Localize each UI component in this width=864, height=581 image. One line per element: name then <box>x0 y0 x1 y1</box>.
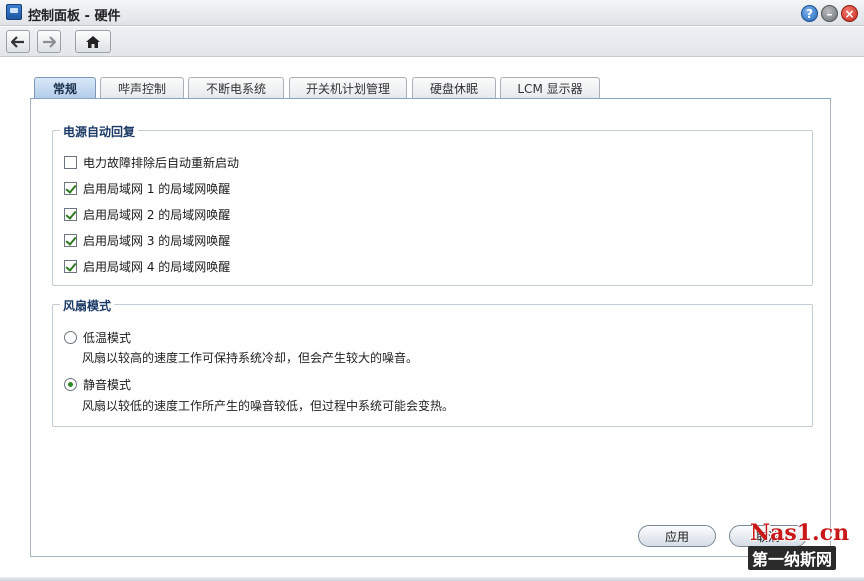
tab-lcm-display[interactable]: LCM 显示器 <box>500 77 600 98</box>
cool-mode-description: 风扇以较高的速度工作可保持系统冷却，但会产生较大的噪音。 <box>82 351 419 365</box>
window-bottom-border <box>0 577 864 581</box>
option-auto-restart[interactable]: 电力故障排除后自动重新启动 <box>64 154 239 171</box>
minimize-button[interactable]: – <box>821 5 838 22</box>
watermark-subtitle: 第一纳斯网 <box>748 546 837 570</box>
option-label: 启用局域网 4 的局域网唤醒 <box>83 260 231 274</box>
cool-mode-radio[interactable] <box>64 331 77 344</box>
option-label: 启用局域网 1 的局域网唤醒 <box>83 182 231 196</box>
tab-ups[interactable]: 不断电系统 <box>188 77 284 98</box>
tab-beep-control[interactable]: 哔声控制 <box>100 77 184 98</box>
wol-lan1-checkbox[interactable] <box>64 182 77 195</box>
option-wol-lan4[interactable]: 启用局域网 4 的局域网唤醒 <box>64 258 230 275</box>
toolbar <box>0 27 864 57</box>
mode-label: 低温模式 <box>83 331 132 345</box>
tab-hdd-hibernation[interactable]: 硬盘休眠 <box>412 77 496 98</box>
tab-power-schedule[interactable]: 开关机计划管理 <box>289 77 407 98</box>
arrow-right-icon <box>43 35 56 48</box>
arrow-left-icon <box>11 35 24 48</box>
option-wol-lan1[interactable]: 启用局域网 1 的局域网唤醒 <box>64 180 230 197</box>
power-recovery-group: 电源自动回复 电力故障排除后自动重新启动 启用局域网 1 的局域网唤醒 启用局域… <box>52 123 813 286</box>
close-button[interactable]: × <box>841 5 858 22</box>
site-watermark: Nas1.cn 第一纳斯网 <box>742 520 860 574</box>
option-cool-mode[interactable]: 低温模式 <box>64 329 131 346</box>
minimize-icon: – <box>826 7 833 21</box>
option-label: 电力故障排除后自动重新启动 <box>83 156 240 170</box>
home-icon <box>86 35 100 48</box>
watermark-logo-text: Nas1.cn <box>750 520 850 546</box>
wol-lan2-checkbox[interactable] <box>64 208 77 221</box>
auto-restart-checkbox[interactable] <box>64 156 77 169</box>
help-button[interactable]: ? <box>801 5 818 22</box>
fan-mode-title: 风扇模式 <box>60 297 115 314</box>
wol-lan3-checkbox[interactable] <box>64 234 77 247</box>
apply-button[interactable]: 应用 <box>638 525 716 547</box>
option-label: 启用局域网 2 的局域网唤醒 <box>83 208 231 222</box>
option-quiet-mode[interactable]: 静音模式 <box>64 376 131 393</box>
back-button[interactable] <box>6 30 30 53</box>
option-wol-lan3[interactable]: 启用局域网 3 的局域网唤醒 <box>64 232 230 249</box>
quiet-mode-radio[interactable] <box>64 378 77 391</box>
control-panel-icon <box>6 4 22 20</box>
option-wol-lan2[interactable]: 启用局域网 2 的局域网唤醒 <box>64 206 230 223</box>
close-icon: × <box>844 7 855 21</box>
wol-lan4-checkbox[interactable] <box>64 260 77 273</box>
fan-mode-group: 风扇模式 低温模式 风扇以较高的速度工作可保持系统冷却，但会产生较大的噪音。 静… <box>52 297 813 427</box>
tab-general[interactable]: 常规 <box>34 77 96 98</box>
forward-button[interactable] <box>37 30 61 53</box>
window-title: 控制面板 - 硬件 <box>28 9 121 24</box>
power-recovery-title: 电源自动回复 <box>60 123 139 140</box>
mode-label: 静音模式 <box>83 378 132 392</box>
quiet-mode-description: 风扇以较低的速度工作所产生的噪音较低，但过程中系统可能会变热。 <box>82 399 455 413</box>
settings-panel: 电源自动回复 电力故障排除后自动重新启动 启用局域网 1 的局域网唤醒 启用局域… <box>30 99 831 557</box>
question-icon: ? <box>806 7 813 21</box>
option-label: 启用局域网 3 的局域网唤醒 <box>83 234 231 248</box>
title-bar: 控制面板 - 硬件 ? – × <box>0 0 864 26</box>
home-button[interactable] <box>75 30 111 53</box>
